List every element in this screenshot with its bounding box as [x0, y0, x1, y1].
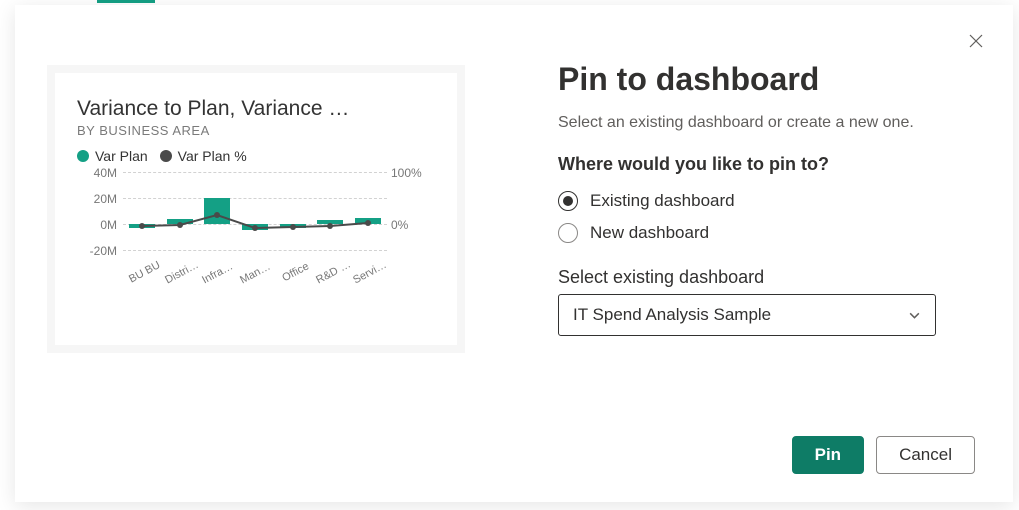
- pin-button[interactable]: Pin: [792, 436, 864, 474]
- select-existing-label: Select existing dashboard: [558, 267, 975, 288]
- radio-new-dashboard[interactable]: New dashboard: [558, 217, 975, 249]
- radio-icon-selected: [558, 191, 578, 211]
- pin-target-radio-group: Existing dashboard New dashboard: [558, 185, 975, 249]
- chart-card: Variance to Plan, Variance … BY BUSINESS…: [55, 73, 457, 345]
- chart-plot: 40M 20M 0M -20M 100% 0%: [77, 172, 435, 322]
- y-right-tick: 100%: [391, 166, 435, 180]
- x-label: Distrib…: [163, 258, 202, 286]
- x-label: BU BU: [125, 258, 164, 286]
- chart-legend: Var Plan Var Plan %: [77, 148, 435, 164]
- radio-label: Existing dashboard: [590, 191, 735, 211]
- chevron-down-icon: [908, 309, 921, 322]
- chart-subtitle: BY BUSINESS AREA: [77, 123, 435, 138]
- x-label: Infrastr…: [201, 258, 240, 286]
- dialog-title: Pin to dashboard: [558, 61, 975, 98]
- pin-to-dashboard-dialog: Variance to Plan, Variance … BY BUSINESS…: [15, 5, 1013, 502]
- radio-icon-unselected: [558, 223, 578, 243]
- legend-label-2: Var Plan %: [178, 148, 247, 164]
- line-series: [123, 172, 387, 262]
- accent-bar: [97, 0, 155, 3]
- y-left-tick: -20M: [77, 244, 117, 258]
- plot-area: [123, 172, 387, 262]
- y-right-tick: 0%: [391, 218, 435, 232]
- cancel-button[interactable]: Cancel: [876, 436, 975, 474]
- legend-swatch-teal: [77, 150, 89, 162]
- chart-title: Variance to Plan, Variance …: [77, 97, 435, 121]
- x-label: R&D R…: [314, 258, 353, 286]
- x-axis-labels: BU BU Distrib… Infrastr… Manuf… Office R…: [123, 267, 387, 279]
- radio-existing-dashboard[interactable]: Existing dashboard: [558, 185, 975, 217]
- radio-label: New dashboard: [590, 223, 709, 243]
- legend-item-var-plan-pct: Var Plan %: [160, 148, 247, 164]
- legend-label-1: Var Plan: [95, 148, 148, 164]
- legend-item-var-plan: Var Plan: [77, 148, 148, 164]
- pin-form-pane: Pin to dashboard Select an existing dash…: [520, 5, 1013, 502]
- x-label: Manuf…: [238, 258, 277, 286]
- y-left-tick: 0M: [77, 218, 117, 232]
- pin-target-label: Where would you like to pin to?: [558, 154, 975, 175]
- y-left-tick: 40M: [77, 166, 117, 180]
- x-label: Office: [276, 258, 315, 286]
- y-left-tick: 20M: [77, 192, 117, 206]
- dialog-subtitle: Select an existing dashboard or create a…: [558, 114, 975, 132]
- x-label: Service…: [352, 258, 391, 286]
- legend-swatch-gray: [160, 150, 172, 162]
- visual-preview-pane: Variance to Plan, Variance … BY BUSINESS…: [15, 5, 520, 502]
- dashboard-select[interactable]: IT Spend Analysis Sample: [558, 294, 936, 336]
- dashboard-select-value: IT Spend Analysis Sample: [573, 305, 771, 325]
- dialog-button-row: Pin Cancel: [558, 436, 975, 474]
